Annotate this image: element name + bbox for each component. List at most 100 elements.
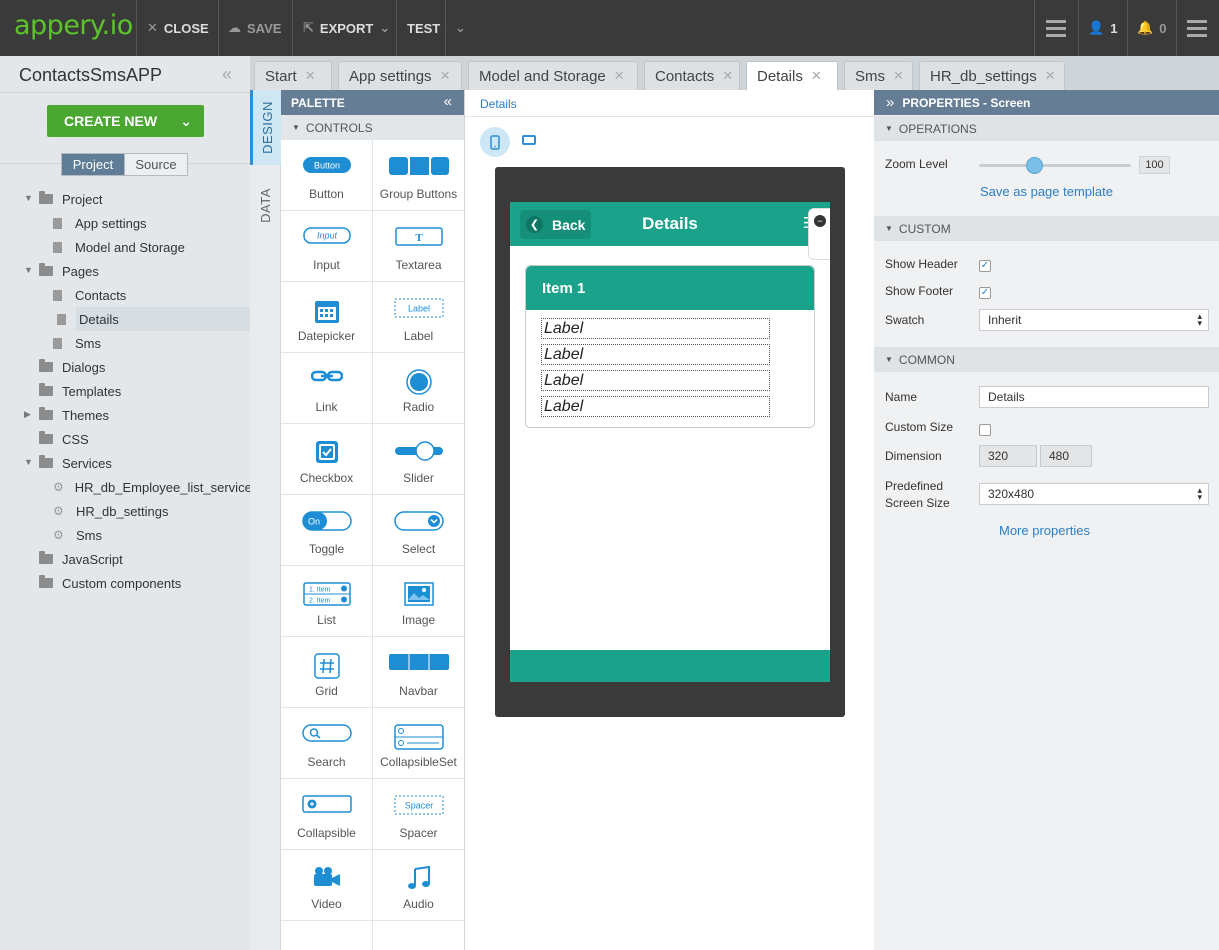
palette-item-audio[interactable]: Audio	[373, 850, 464, 921]
tree-item[interactable]: JavaScript	[39, 547, 250, 571]
palette-item-search[interactable]: Search	[281, 708, 373, 779]
tree-item[interactable]: Sms	[53, 331, 250, 355]
main-menu-button[interactable]	[1187, 0, 1207, 56]
close-button[interactable]: ✕ CLOSE	[147, 0, 209, 56]
app-footer[interactable]	[510, 650, 830, 682]
palette-item-button[interactable]: Button Button	[281, 140, 373, 211]
tab-contacts[interactable]: Contacts ✕	[644, 61, 740, 90]
dimension-width-field[interactable]: 320	[979, 445, 1037, 467]
tab-details[interactable]: Details ✕	[746, 61, 838, 90]
tree-item[interactable]: ⚙ Sms	[53, 523, 250, 547]
palette-item-checkbox[interactable]: Checkbox	[281, 424, 373, 495]
tree-item[interactable]: Custom components	[39, 571, 250, 595]
save-button[interactable]: ☁ SAVE	[228, 0, 281, 56]
palette-item-collapsibleset[interactable]: CollapsibleSet	[373, 708, 464, 779]
tab-source[interactable]: Source	[124, 153, 188, 176]
palette-item-link[interactable]: Link	[281, 353, 373, 424]
tab-project[interactable]: Project	[61, 153, 125, 176]
tree-item[interactable]: Templates	[39, 379, 250, 403]
tree-item[interactable]: Details	[57, 307, 250, 331]
tab-design[interactable]: DESIGN	[250, 90, 281, 165]
palette-item-partial[interactable]	[281, 921, 373, 950]
test-button[interactable]: TEST	[407, 0, 440, 56]
triangle-down-icon[interactable]: ▼	[24, 457, 33, 467]
palette-item-list[interactable]: 1. Item 2. Item List	[281, 566, 373, 637]
save-as-template-link[interactable]: Save as page template	[980, 184, 1113, 199]
collapsible[interactable]: Item 1 Label Label Label Label	[525, 265, 815, 428]
close-tab-icon[interactable]: ✕	[722, 68, 733, 84]
palette-item-datepicker[interactable]: Datepicker	[281, 282, 373, 353]
tree-item[interactable]: Dialogs	[39, 355, 250, 379]
swatch-select[interactable]: Inherit ▴ ▾	[979, 309, 1209, 331]
triangle-right-icon[interactable]: ▶	[24, 409, 31, 420]
tree-item[interactable]: ▼ Pages	[24, 259, 250, 283]
palette-item-radio[interactable]: Radio	[373, 353, 464, 424]
portrait-view-button[interactable]	[480, 127, 510, 157]
label[interactable]: Label	[541, 344, 770, 365]
minus-circle-icon[interactable]: −	[814, 215, 826, 227]
custom-size-checkbox[interactable]	[979, 424, 991, 436]
tab-hr-db-settings[interactable]: HR_db_settings ✕	[919, 61, 1065, 90]
name-field[interactable]: Details	[979, 386, 1209, 408]
palette-item-spacer[interactable]: Spacer Spacer	[373, 779, 464, 850]
tree-item[interactable]: App settings	[53, 211, 250, 235]
close-tab-icon[interactable]: ✕	[1045, 68, 1056, 84]
close-tab-icon[interactable]: ✕	[893, 68, 904, 84]
tree-item[interactable]: ⚙ HR_db_settings	[53, 499, 250, 523]
tab-model-and-storage[interactable]: Model and Storage ✕	[468, 61, 638, 90]
operations-section-header[interactable]: ▼ OPERATIONS	[874, 116, 1219, 141]
palette-item-slider[interactable]: Slider	[373, 424, 464, 495]
more-properties-link[interactable]: More properties	[999, 523, 1090, 538]
palette-item-toggle[interactable]: On Toggle	[281, 495, 373, 566]
palette-item-navbar[interactable]: Navbar	[373, 637, 464, 708]
close-tab-icon[interactable]: ✕	[811, 68, 822, 84]
zoom-slider-handle[interactable]	[1026, 157, 1043, 174]
tab-app-settings[interactable]: App settings ✕	[338, 61, 462, 90]
palette-item-label[interactable]: Label Label	[373, 282, 464, 353]
dimension-height-field[interactable]: 480	[1040, 445, 1092, 467]
collapsible-header[interactable]: Item 1	[526, 266, 814, 310]
appery-logo[interactable]: appery.io	[14, 10, 133, 41]
palette-item-partial[interactable]	[373, 921, 464, 950]
palette-item-grid[interactable]: Grid	[281, 637, 373, 708]
tab-sms[interactable]: Sms ✕	[844, 61, 913, 90]
triangle-down-icon[interactable]: ▼	[24, 265, 33, 275]
show-header-checkbox[interactable]: ✓	[979, 260, 991, 272]
tree-item[interactable]: CSS	[39, 427, 250, 451]
palette-item-input[interactable]: Input Input	[281, 211, 373, 282]
triangle-down-icon[interactable]: ▼	[24, 193, 33, 203]
tree-item[interactable]: ▶ Themes	[24, 403, 250, 427]
show-footer-checkbox[interactable]: ✓	[979, 287, 991, 299]
palette-item-textarea[interactable]: T Textarea	[373, 211, 464, 282]
tree-item[interactable]: ▼ Services	[24, 451, 250, 475]
landscape-view-icon[interactable]	[522, 135, 536, 145]
test-dropdown-button[interactable]: ⌄	[455, 0, 466, 56]
collapse-sidebar-icon[interactable]: «	[222, 64, 232, 85]
menu-button[interactable]	[1046, 0, 1066, 56]
back-button[interactable]: ❮ Back	[520, 210, 591, 239]
label[interactable]: Label	[541, 370, 770, 391]
notifications-button[interactable]: 🔔 0	[1137, 0, 1166, 56]
palette-item-video[interactable]: Video	[281, 850, 373, 921]
screen-preview[interactable]: Details ❮ Back ☰ − Item 1 Label Label La…	[510, 202, 830, 682]
tree-item[interactable]: Contacts	[53, 283, 250, 307]
close-tab-icon[interactable]: ✕	[614, 68, 625, 84]
breadcrumb[interactable]: Details	[480, 97, 517, 111]
tree-item[interactable]: ⚙ HR_db_Employee_list_service	[53, 475, 252, 499]
tab-start[interactable]: Start ✕	[254, 61, 332, 90]
tree-item[interactable]: ▼ Project	[24, 187, 250, 211]
custom-section-header[interactable]: ▼ CUSTOM	[874, 216, 1219, 241]
common-section-header[interactable]: ▼ COMMON	[874, 347, 1219, 372]
palette-item-collapsible[interactable]: Collapsible	[281, 779, 373, 850]
create-new-button[interactable]: CREATE NEW ⌄	[47, 105, 204, 137]
export-button[interactable]: ⇱ EXPORT ⌄	[303, 0, 390, 56]
collapse-palette-icon[interactable]: «	[444, 93, 452, 110]
tab-data[interactable]: DATA	[250, 165, 281, 245]
label[interactable]: Label	[541, 318, 770, 339]
palette-item-image[interactable]: Image	[373, 566, 464, 637]
close-tab-icon[interactable]: ✕	[305, 68, 316, 84]
label[interactable]: Label	[541, 396, 770, 417]
controls-section-header[interactable]: ▼ CONTROLS	[281, 115, 464, 140]
expand-icon[interactable]: »	[886, 94, 894, 111]
palette-item-group-buttons[interactable]: Group Buttons	[373, 140, 464, 211]
